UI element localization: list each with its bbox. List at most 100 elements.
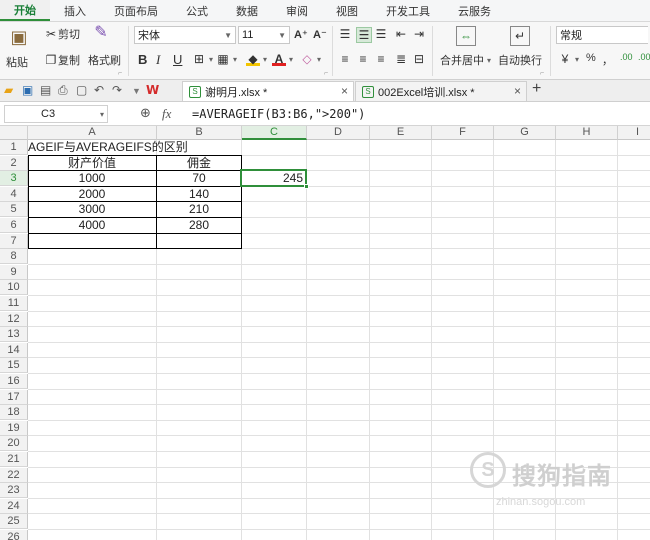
menu-tab[interactable]: 公式 (172, 0, 222, 21)
data-cell[interactable]: 2000 (28, 187, 156, 202)
doc-tab[interactable]: S 002Excel培训.xlsx * × (355, 81, 527, 101)
wps-brand-icon[interactable]: W (146, 83, 159, 97)
align-center-button[interactable]: ≡ (356, 52, 370, 66)
row-header[interactable]: 5 (0, 202, 28, 218)
open-folder-icon[interactable]: ▰ (4, 83, 13, 97)
column-header[interactable]: D (307, 126, 370, 140)
distribute-button[interactable]: ⊟ (412, 52, 426, 66)
align-right-button[interactable]: ≡ (374, 52, 388, 66)
data-cell[interactable]: 4000 (28, 218, 156, 233)
row-header[interactable]: 9 (0, 264, 28, 280)
italic-button[interactable]: I (156, 52, 160, 68)
fill-color-button[interactable]: ◆ ▾ (246, 52, 267, 66)
print-preview-icon[interactable]: ▤ (40, 83, 51, 97)
row-header[interactable]: 2 (0, 155, 28, 171)
close-icon[interactable]: × (514, 84, 521, 98)
menu-tab[interactable]: 开发工具 (372, 0, 444, 21)
wrap-text-button[interactable]: 自动换行 (498, 52, 542, 68)
bold-button[interactable]: B (138, 52, 147, 67)
column-header[interactable]: A (28, 126, 157, 140)
shrink-font-button[interactable]: A⁻ (313, 28, 327, 41)
currency-button[interactable]: ¥ ▾ (558, 52, 579, 66)
comma-button[interactable]: ， (602, 52, 613, 68)
row-header[interactable]: 15 (0, 358, 28, 374)
row-header[interactable]: 7 (0, 233, 28, 249)
menu-tab[interactable]: 数据 (222, 0, 272, 21)
row-header[interactable]: 17 (0, 389, 28, 405)
column-header[interactable]: E (370, 126, 432, 140)
function-icon[interactable]: fx (162, 106, 171, 122)
menu-tab[interactable]: 开始 (0, 0, 50, 21)
cell-header[interactable]: 财产价值 (28, 156, 156, 171)
row-header[interactable]: 18 (0, 405, 28, 421)
data-cell[interactable]: 1000 (28, 171, 156, 186)
data-cell[interactable]: 70 (157, 171, 241, 186)
data-cell[interactable]: 3000 (28, 202, 156, 217)
paste-button[interactable]: ▣ (8, 26, 30, 48)
data-cell[interactable]: 140 (157, 187, 241, 202)
undo-icon[interactable]: ↶ (94, 83, 104, 97)
column-header[interactable]: B (157, 126, 242, 140)
clear-format-button[interactable]: ◇ ▾ (300, 52, 321, 66)
row-header[interactable]: 16 (0, 374, 28, 389)
save-icon[interactable]: ▣ (22, 83, 33, 97)
select-all-corner[interactable] (0, 126, 28, 140)
menu-tab[interactable]: 插入 (50, 0, 100, 21)
row-header[interactable]: 21 (0, 452, 28, 467)
menu-tab[interactable]: 审阅 (272, 0, 322, 21)
cell-header[interactable]: 佣金 (157, 156, 241, 171)
quick-access-dropdown-icon[interactable]: ▼ (132, 86, 141, 96)
cell-style-button[interactable]: ▦ ▾ (216, 52, 237, 66)
underline-button[interactable]: U (173, 52, 182, 67)
align-bottom-button[interactable]: ☰ (374, 27, 388, 41)
row-header[interactable]: 23 (0, 483, 28, 499)
data-cell[interactable]: 280 (157, 218, 241, 233)
row-header[interactable]: 26 (0, 530, 28, 540)
grow-font-button[interactable]: A⁺ (294, 28, 308, 41)
redo-icon[interactable]: ↷ (112, 83, 122, 97)
cell-title[interactable]: AGEIF与AVERAGEIFS的区别 (28, 140, 248, 155)
preview-icon[interactable]: ▢ (76, 83, 87, 97)
new-tab-button[interactable]: + (532, 80, 541, 98)
row-header[interactable]: 19 (0, 420, 28, 436)
row-header[interactable]: 1 (0, 140, 28, 155)
row-header[interactable]: 13 (0, 327, 28, 343)
row-header[interactable]: 3 (0, 171, 28, 187)
close-icon[interactable]: × (341, 84, 348, 98)
row-header[interactable]: 20 (0, 436, 28, 452)
formula-input[interactable]: =AVERAGEIF(B3:B6,">200") (192, 105, 642, 123)
doc-tab-active[interactable]: S 谢明月.xlsx * × (182, 81, 354, 101)
copy-button[interactable]: ❐ 复制 (44, 52, 80, 68)
format-painter-icon-button[interactable]: ✎ (94, 25, 108, 41)
font-color-button[interactable]: A ▾ (272, 52, 293, 66)
column-header[interactable]: G (494, 126, 556, 140)
merge-center-icon-button[interactable]: ⇔ (456, 26, 476, 46)
row-header[interactable]: 24 (0, 498, 28, 514)
column-header[interactable]: H (556, 126, 618, 140)
fill-handle[interactable] (304, 183, 309, 189)
data-cell[interactable]: 210 (157, 202, 241, 217)
row-header[interactable]: 10 (0, 280, 28, 296)
menu-tab[interactable]: 云服务 (444, 0, 505, 21)
row-header[interactable]: 8 (0, 249, 28, 265)
decrease-decimal-button[interactable]: .00 (638, 52, 650, 62)
align-top-button[interactable]: ☰ (338, 27, 352, 41)
column-header[interactable]: I (618, 126, 650, 140)
wrap-text-icon-button[interactable]: ↵ (510, 26, 530, 46)
row-header[interactable]: 6 (0, 218, 28, 233)
format-painter-button[interactable]: 格式刷 (88, 52, 121, 68)
border-button[interactable]: ⊞ ▾ (192, 52, 213, 66)
decrease-indent-button[interactable]: ⇤ (394, 27, 408, 41)
row-header[interactable]: 25 (0, 514, 28, 530)
name-box[interactable]: C3 ▾ (4, 105, 108, 123)
column-header[interactable]: C (242, 126, 307, 140)
row-header[interactable]: 14 (0, 342, 28, 358)
font-name-select[interactable]: 宋体 ▼ (134, 26, 236, 44)
column-header[interactable]: F (432, 126, 494, 140)
merge-center-button[interactable]: 合并居中 ▾ (440, 52, 491, 68)
menu-tab[interactable]: 视图 (322, 0, 372, 21)
cut-button[interactable]: ✂ 剪切 (44, 26, 80, 42)
number-format-select[interactable]: 常规 (556, 26, 648, 44)
increase-decimal-button[interactable]: .00 (620, 52, 633, 62)
row-header[interactable]: 11 (0, 296, 28, 311)
